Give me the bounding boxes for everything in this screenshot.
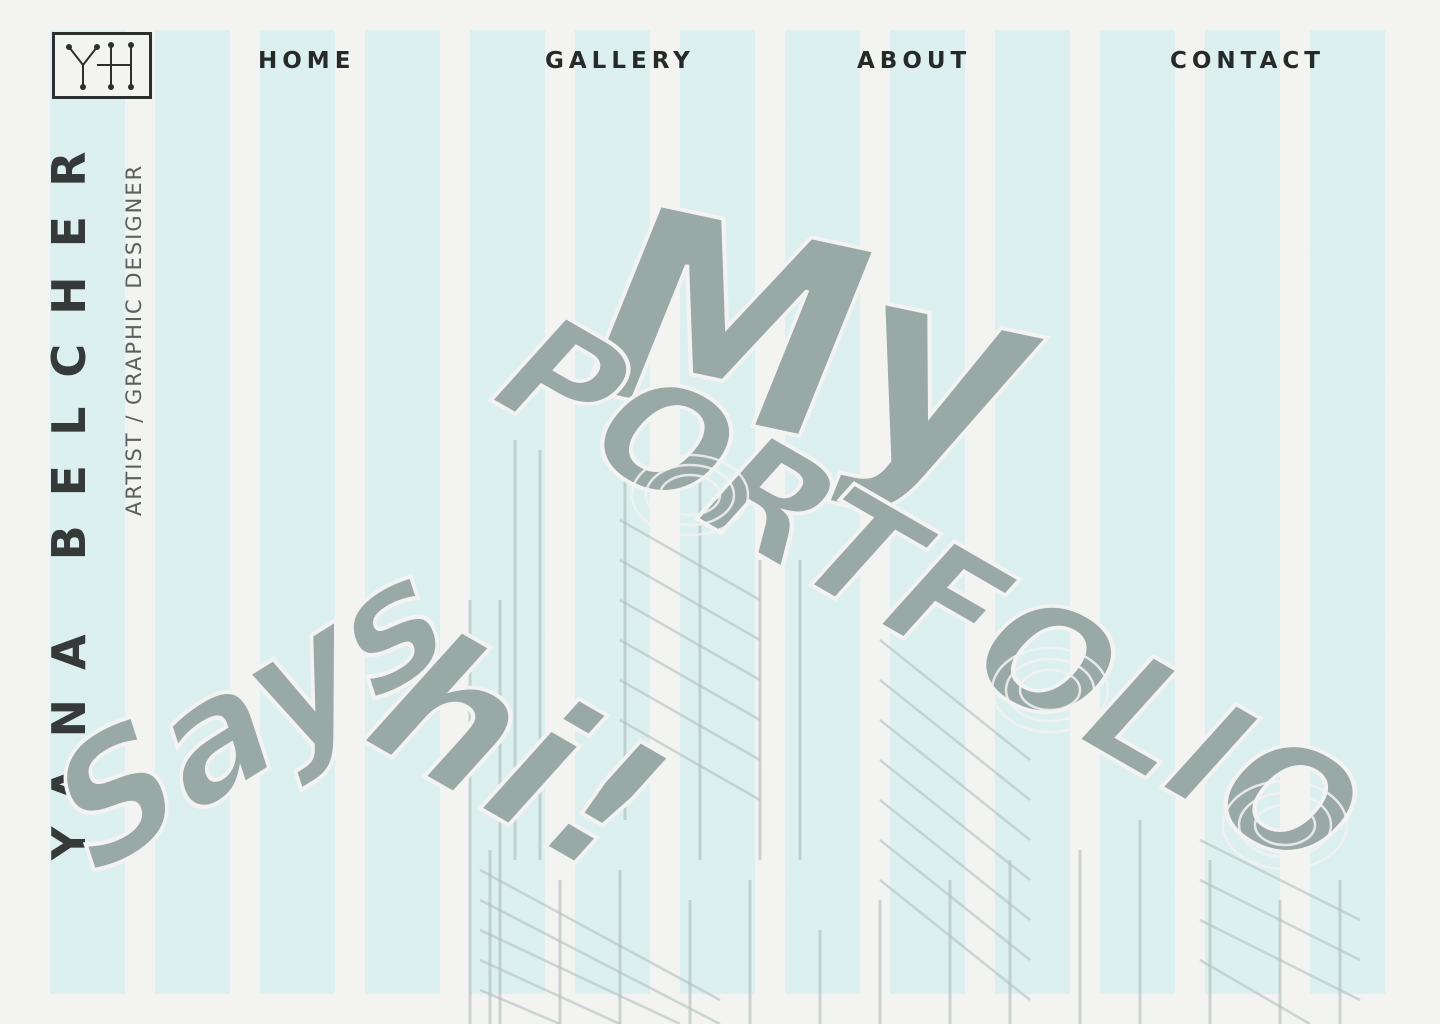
- hero-typography: My PORTFOLIO Says hi!: [34, 148, 1405, 1024]
